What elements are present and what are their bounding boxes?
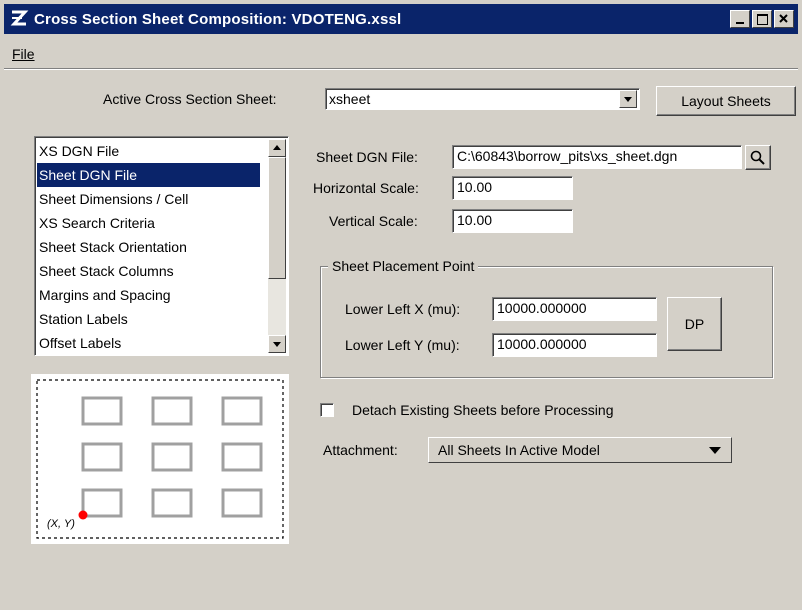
horizontal-scale-label: Horizontal Scale: — [313, 180, 419, 196]
menu-file[interactable]: File — [12, 46, 35, 62]
maximize-icon — [757, 14, 768, 25]
sheet-dgn-input[interactable]: C:\60843\borrow_pits\xs_sheet.dgn — [452, 145, 742, 169]
active-sheet-select[interactable]: xsheet — [325, 88, 640, 110]
chevron-down-icon — [624, 97, 632, 102]
close-icon — [779, 14, 788, 23]
browse-button[interactable] — [745, 145, 771, 170]
origin-marker — [78, 510, 88, 520]
lower-left-y-label: Lower Left Y (mu): — [345, 337, 460, 353]
sheet-dgn-label: Sheet DGN File: — [316, 149, 418, 165]
minimize-button[interactable] — [730, 10, 750, 28]
sheet-thumbnail — [81, 488, 123, 518]
active-sheet-value: xsheet — [329, 91, 371, 107]
placement-group-title: Sheet Placement Point — [328, 258, 479, 274]
close-button[interactable] — [774, 10, 794, 28]
vertical-scale-label: Vertical Scale: — [329, 213, 418, 229]
sheet-thumbnail — [151, 488, 193, 518]
menu-bar: File — [4, 44, 794, 66]
category-list[interactable]: XS DGN File Sheet DGN File Sheet Dimension… — [34, 136, 289, 356]
lower-left-x-input[interactable]: 10000.000000 — [492, 297, 657, 321]
list-item[interactable]: Margins and Spacing — [37, 283, 260, 307]
sheet-layout-preview: (X, Y) — [31, 374, 289, 544]
sheet-thumbnail — [151, 442, 193, 472]
list-item[interactable]: Sheet Dimensions / Cell — [37, 187, 260, 211]
minimize-icon — [736, 22, 744, 24]
sheet-thumbnail — [81, 396, 123, 426]
lower-left-x-label: Lower Left X (mu): — [345, 301, 461, 317]
detach-checkbox[interactable] — [320, 403, 334, 417]
menu-separator — [4, 68, 798, 70]
chevron-down-icon — [709, 447, 721, 454]
sheet-thumbnail — [221, 396, 263, 426]
title-bar[interactable]: Cross Section Sheet Composition: VDOTENG… — [4, 4, 798, 34]
sheet-thumbnail — [151, 396, 193, 426]
scroll-down-icon — [273, 342, 281, 347]
lower-left-y-input[interactable]: 10000.000000 — [492, 333, 657, 357]
preview-dashed-border — [36, 379, 284, 539]
active-sheet-dropdown-button[interactable] — [619, 90, 637, 108]
scroll-up-button[interactable] — [268, 139, 286, 157]
scroll-down-button[interactable] — [268, 335, 286, 353]
list-item[interactable]: Sheet Stack Orientation — [37, 235, 260, 259]
list-item[interactable]: Sheet DGN File — [37, 163, 260, 187]
sheet-thumbnail — [221, 442, 263, 472]
list-item[interactable]: XS DGN File — [37, 139, 260, 163]
scroll-up-icon — [273, 145, 281, 150]
list-scrollbar[interactable] — [268, 139, 286, 353]
layout-sheets-button[interactable]: Layout Sheets — [656, 86, 796, 116]
attachment-select[interactable]: All Sheets In Active Model — [428, 437, 732, 463]
origin-label: (X, Y) — [47, 518, 75, 530]
active-sheet-label: Active Cross Section Sheet: — [103, 91, 277, 107]
vertical-scale-input[interactable]: 10.00 — [452, 209, 573, 233]
list-item[interactable]: Offset Labels — [37, 331, 260, 355]
attachment-value: All Sheets In Active Model — [438, 442, 600, 458]
dp-button[interactable]: DP — [667, 297, 722, 351]
dialog-window: Cross Section Sheet Composition: VDOTENG… — [0, 0, 802, 610]
preview-diagram: (X, Y) — [36, 379, 284, 539]
window-title: Cross Section Sheet Composition: VDOTENG… — [34, 10, 402, 28]
magnifier-icon — [750, 150, 765, 165]
sheet-thumbnail — [221, 488, 263, 518]
list-item[interactable]: Station Labels — [37, 307, 260, 331]
list-item[interactable]: XS Search Criteria — [37, 211, 260, 235]
maximize-button[interactable] — [752, 10, 772, 28]
app-logo-icon — [10, 10, 29, 26]
detach-label: Detach Existing Sheets before Processing — [352, 402, 614, 418]
attachment-label: Attachment: — [323, 442, 398, 458]
sheet-thumbnail — [81, 442, 123, 472]
list-item[interactable]: Sheet Stack Columns — [37, 259, 260, 283]
horizontal-scale-input[interactable]: 10.00 — [452, 176, 573, 200]
scroll-thumb[interactable] — [268, 157, 286, 279]
